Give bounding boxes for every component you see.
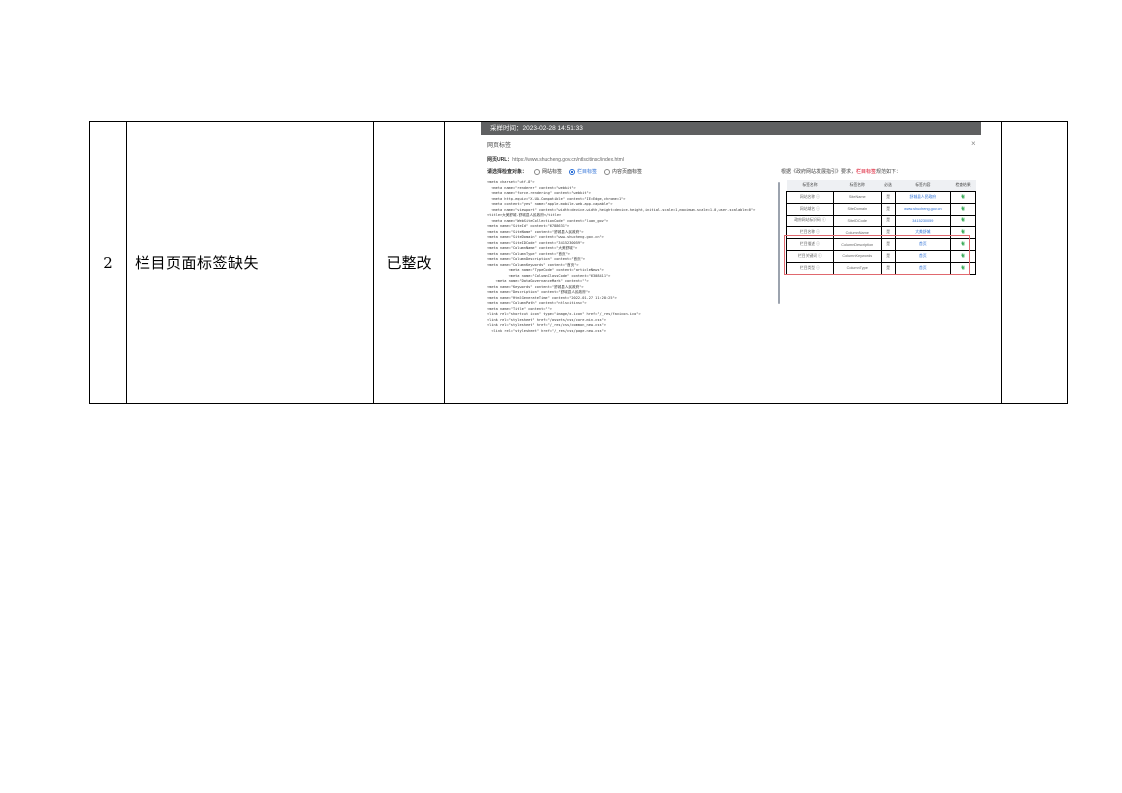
tag-table-column-header: 检查结果 [950, 180, 976, 192]
tag-table-cell: 网站名称 ⓘ [786, 191, 834, 204]
timestamp-bar: 采样时间：2023-02-28 14:51:33 [481, 122, 981, 135]
option-content-page-tags[interactable]: 内容页面标签 [604, 168, 642, 175]
highlight-box [784, 235, 970, 275]
tag-table-cell: 是 [880, 214, 896, 228]
option-site-tags[interactable]: 网站标签 [534, 168, 562, 175]
status-cell: 已整改 [373, 121, 445, 404]
radio-icon [604, 168, 611, 175]
remarks-cell [1001, 121, 1068, 404]
url-value: https://www.shucheng.gov.cn/ntlscitinsc/… [512, 157, 624, 163]
close-icon[interactable]: × [971, 139, 976, 148]
tag-table-cell: 是 [880, 202, 896, 216]
tag-table-cell: 有 [950, 202, 976, 216]
tag-table-cell: 舒城县人民政府 [894, 191, 952, 204]
tag-table-cell: SiteDomain [832, 202, 882, 216]
tag-table-cell: 网站域名 ⓘ [786, 202, 834, 216]
guideline-note: 根据《政府网站发展指引》要求，栏目标签规范如下： [781, 168, 901, 175]
tag-table-column-header: 标签名称 [833, 180, 882, 192]
row-number: 2 [89, 121, 127, 404]
scrollbar[interactable] [778, 182, 780, 304]
rectification-table: 2 栏目页面标签缺失 已整改 采样时间：2023-02-28 14:51:33 … [89, 121, 1068, 404]
option-label: 网站标签 [542, 169, 563, 175]
tag-table-cell: 政府网站标识码 ⓘ [786, 214, 834, 228]
url-row: 网页URL：https://www.shucheng.gov.cn/ntlsci… [487, 156, 624, 163]
tag-table-column-header: 必选 [881, 180, 896, 192]
tag-table-cell: SiteName [832, 191, 882, 204]
tag-table-row: 网站域名 ⓘ SiteDomain 是 www.shucheng.gov.cn 有 [786, 202, 976, 216]
evidence-screenshot: 采样时间：2023-02-28 14:51:33 网页标签 × 网页URL：ht… [481, 122, 981, 358]
tag-table-cell: 是 [880, 191, 896, 204]
issue-description: 栏目页面标签缺失 [126, 121, 374, 404]
radio-selected-icon [569, 168, 576, 175]
note-highlight: 栏目标签 [856, 169, 877, 175]
note-prefix: 根据《政府网站发展指引》要求， [781, 169, 857, 175]
tag-table-row: 网站名称 ⓘ SiteName 是舒城县人民政府有 [786, 191, 976, 204]
tag-table-row: 政府网站标识码 ⓘ SiteIDCode 是 3415230059 有 [786, 214, 976, 228]
tag-table-cell: SiteIDCode [832, 214, 882, 228]
option-column-tags[interactable]: 栏目标签 [569, 168, 597, 175]
note-suffix: 规范如下： [876, 169, 902, 175]
tag-table-column-header: 标签名称 [786, 180, 834, 192]
tag-table-header: 标签名称 标签名称 必选 标签内容 检查结果 [786, 180, 976, 192]
tag-table-cell: 有 [950, 191, 976, 204]
code-line: <link rel="stylesheet" href="/_res/css/p… [487, 328, 606, 333]
select-label: 请选择检查对象： [487, 169, 528, 175]
option-label: 内容页面标签 [612, 169, 643, 175]
tag-table-cell: www.shucheng.gov.cn [894, 202, 952, 216]
tag-table-cell: 有 [950, 214, 976, 228]
tag-table-column-header: 标签内容 [895, 180, 951, 192]
table-row: 2 栏目页面标签缺失 已整改 采样时间：2023-02-28 14:51:33 … [89, 121, 1068, 404]
url-label: 网页URL： [487, 157, 513, 163]
dialog-title: 网页标签 [487, 143, 512, 149]
check-target-selector: 请选择检查对象： 网站标签 栏目标签 内容页面标签 [487, 168, 642, 175]
radio-icon [534, 168, 541, 175]
option-label: 栏目标签 [577, 169, 598, 175]
source-code-panel: <meta charset="utf-8"> <meta name="rende… [487, 180, 779, 356]
evidence-cell: 采样时间：2023-02-28 14:51:33 网页标签 × 网页URL：ht… [444, 121, 1002, 404]
tag-table-cell: 3415230059 [894, 214, 952, 228]
